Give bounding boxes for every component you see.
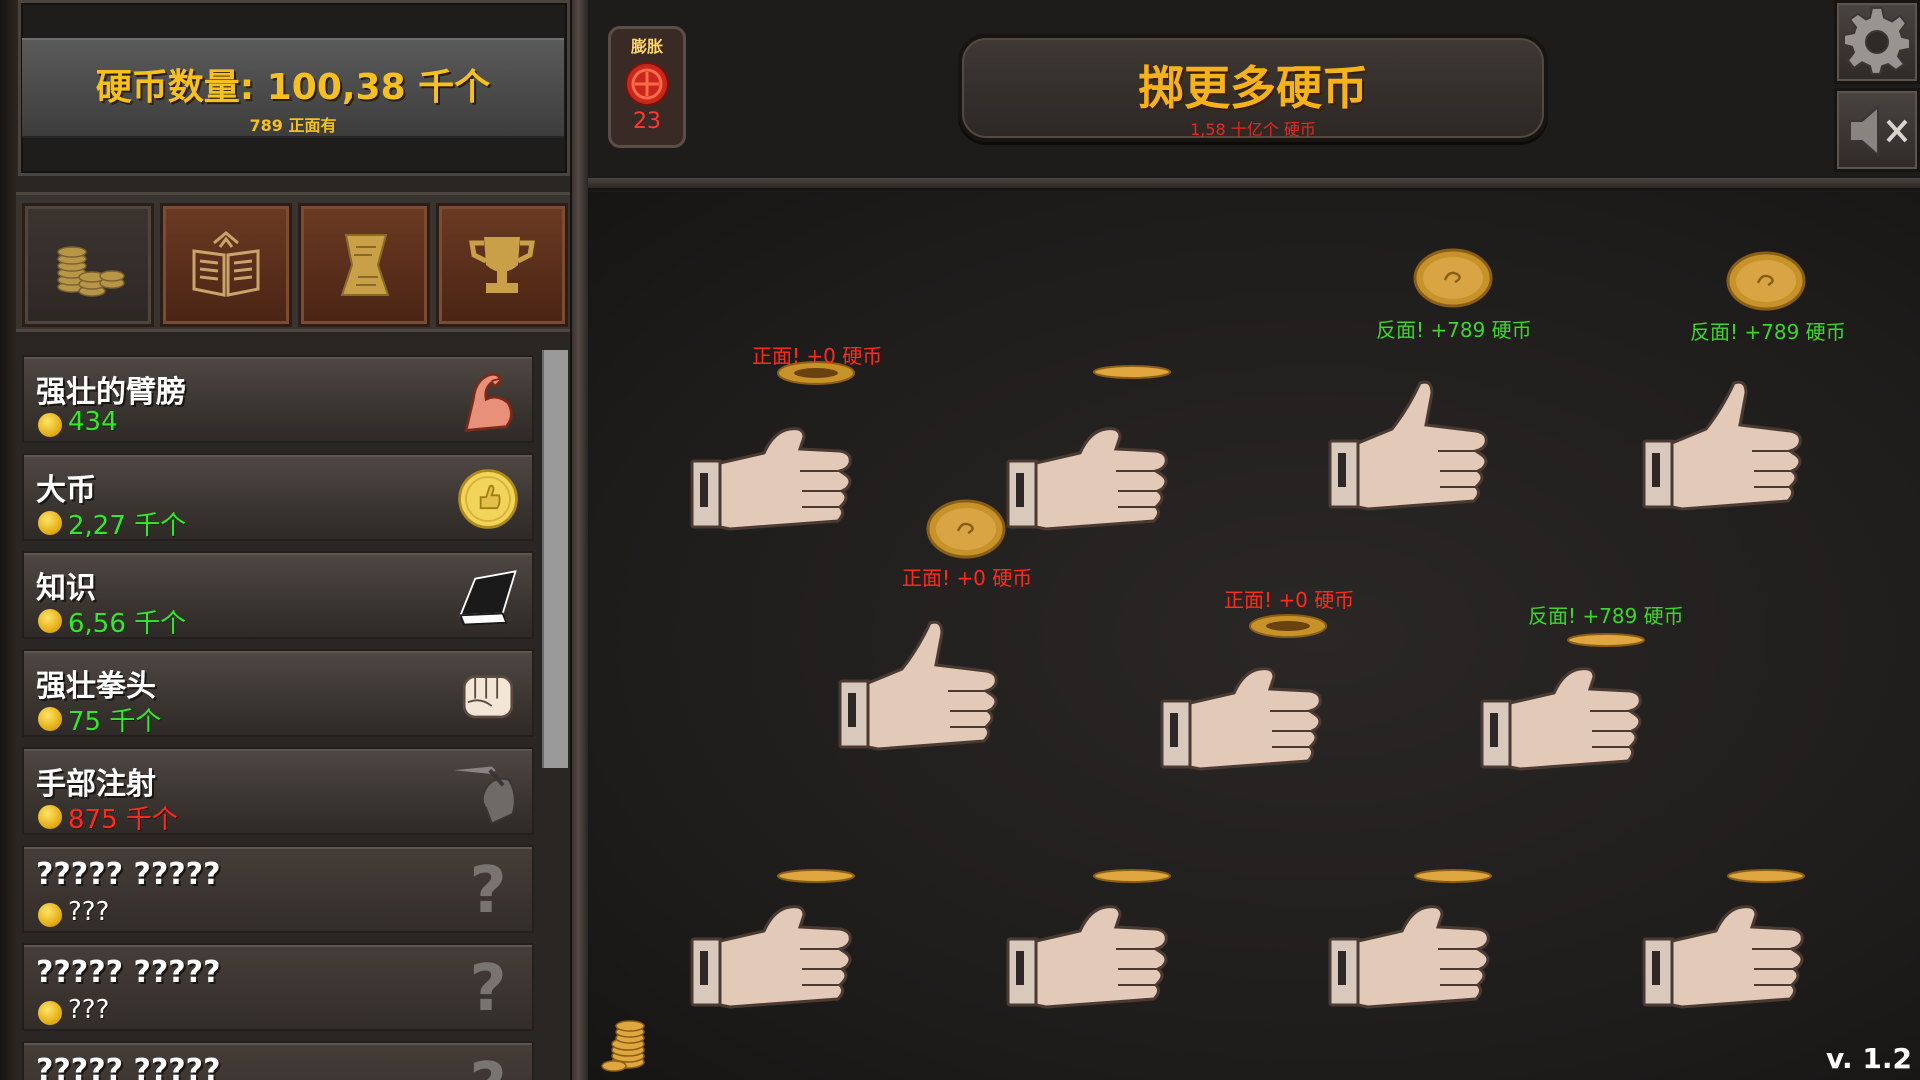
coin-icon [1093,869,1171,883]
upgrade-cost: 434 [68,407,118,437]
inflation-label: 膨胀 [630,37,663,56]
coin-icon [1249,614,1327,638]
upgrade-knowledge[interactable]: 知识 6,56 千个 [22,551,534,639]
coin-icon [38,805,62,829]
flipping-hand[interactable] [690,392,860,542]
flipping-hand[interactable] [1328,372,1498,522]
upgrade-cost: 875 千个 [68,805,178,835]
gear-icon [1843,7,1911,75]
upgrade-list-scrollbar[interactable] [542,350,568,768]
flipping-hand[interactable] [1642,870,1812,1020]
flip-result-text: 反面! +789 硬币 [1690,320,1846,344]
coin-icon [777,869,855,883]
question-mark-icon: ? [469,854,507,928]
coin-icon [38,903,62,927]
upgrade-cost: ??? [68,897,110,927]
tab-knowledge[interactable] [160,203,292,327]
black-book-icon [452,559,524,635]
coin-icon [38,511,62,535]
syringe-hand-icon [452,755,524,831]
flip-result-text: 正面! +0 硬币 [902,566,1033,590]
flip-button-cost: 1,58 十亿个 硬币 [1190,120,1316,139]
flipping-hand[interactable] [1006,392,1176,542]
coin-counter: 硬币数量: 100,38 千个 789 正面有 [22,38,564,138]
red-coin-icon [624,61,670,107]
upgrade-cost: 6,56 千个 [68,609,187,639]
book-icon [192,231,260,297]
upgrade-list: 强壮的臂膀 434 大币 2,27 千个 知识 6,56 千个 强壮拳头 75 … [16,345,538,1080]
question-mark-icon: ? [452,1049,524,1080]
coins-icon [57,246,125,297]
question-mark-icon: ? [469,952,507,1026]
panel-divider [570,0,588,1080]
top-bar-ledge [588,178,1920,190]
category-tabs [16,192,572,332]
flipping-hand[interactable] [838,612,1008,762]
flip-result-text: 正面! +0 硬币 [1224,588,1355,612]
upgrade-name: 强壮的臂膀 [36,375,186,410]
tab-achievements[interactable] [436,203,568,327]
upgrade-locked-1[interactable]: ????? ????? ??? ? [22,845,534,933]
upgrade-name: ????? ????? [36,955,221,990]
scroll-icon [340,234,390,296]
upgrade-cost: 2,27 千个 [68,511,187,541]
upgrade-name: ????? ????? [36,857,221,892]
upgrade-hand-injection[interactable]: 手部注射 875 千个 [22,747,534,835]
upgrade-strong-fist[interactable]: 强壮拳头 75 千个 [22,649,534,737]
upgrade-strong-arm[interactable]: 强壮的臂膀 434 [22,355,534,443]
inflation-count: 23 [633,109,661,134]
sound-toggle-button[interactable] [1834,88,1920,172]
heads-count: 789 正面有 [249,116,337,135]
flipping-hand[interactable] [1328,870,1498,1020]
coin-icon [38,1001,62,1025]
coin-icon [38,413,62,437]
flip-button-title: 掷更多硬币 [1138,61,1368,115]
coin-icon [1567,633,1645,647]
speaker-muted-icon [1849,104,1908,158]
flexed-arm-icon [452,363,524,439]
left-panel: 硬币数量: 100,38 千个 789 正面有 强壮的臂膀 434 大币 2,2… [0,0,580,1080]
upgrade-locked-3[interactable]: ????? ????? ??? ? [22,1041,534,1080]
flipping-hand[interactable] [1160,632,1330,782]
upgrade-name: ????? ????? [36,1053,221,1080]
coin-icon [1414,869,1492,883]
flipping-hand[interactable] [1642,372,1812,522]
coin-stack-icon [601,1020,645,1072]
coin-count: 硬币数量: 100,38 千个 [95,67,491,108]
upgrade-cost: ??? [68,995,110,1025]
coin-icon [38,609,62,633]
upgrade-cost: 75 千个 [68,707,162,737]
tab-coins[interactable] [22,203,154,327]
coin-icon [1726,251,1806,311]
flipping-hand[interactable] [690,870,860,1020]
big-coin-icon [452,461,524,537]
upgrade-name: 强壮拳头 [36,669,156,704]
tab-scroll[interactable] [298,203,430,327]
game-screen: 硬币数量: 100,38 千个 789 正面有 强壮的臂膀 434 大币 2,2… [0,0,1920,1080]
upgrade-locked-2[interactable]: ????? ????? ??? ? [22,943,534,1031]
upgrade-big-coin[interactable]: 大币 2,27 千个 [22,453,534,541]
upgrade-name: 知识 [36,571,96,606]
flipping-hand[interactable] [1480,632,1650,782]
flip-result-text: 正面! +0 硬币 [752,344,883,368]
coin-icon [926,499,1006,559]
flip-result-text: 反面! +789 硬币 [1376,318,1532,342]
inflation-indicator[interactable]: 膨胀 23 [608,26,686,148]
upgrade-name: 大币 [36,473,96,508]
settings-button[interactable] [1834,0,1920,84]
coin-icon [1093,365,1171,379]
upgrade-name: 手部注射 [36,767,156,802]
flipping-hand[interactable] [1006,870,1176,1020]
flip-result-text: 反面! +789 硬币 [1528,604,1684,628]
flip-more-coins-button[interactable]: 掷更多硬币 1,58 十亿个 硬币 [958,34,1548,142]
coin-icon [1727,869,1805,883]
coin-icon [1413,248,1493,308]
trophy-icon [469,237,535,293]
version-label: v. 1.2 [1826,1042,1912,1075]
coin-icon [38,707,62,731]
fist-icon [452,657,524,733]
